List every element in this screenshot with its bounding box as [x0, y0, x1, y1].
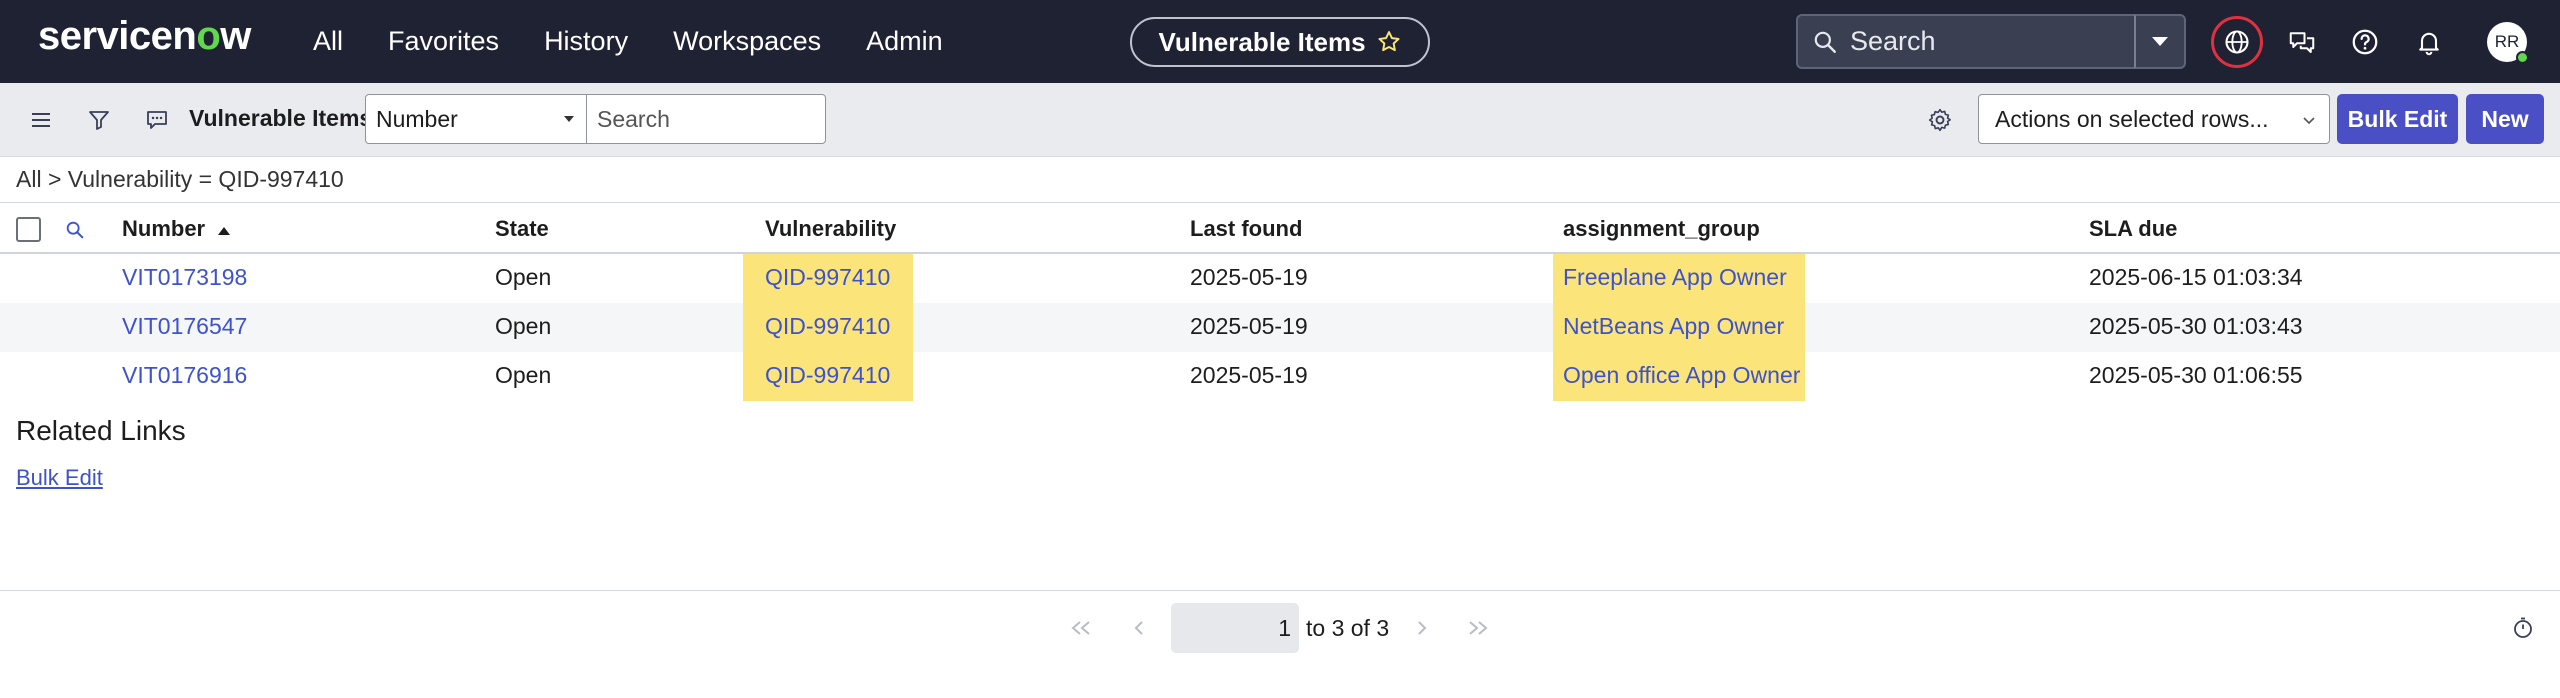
column-header-state[interactable]: State	[495, 216, 549, 242]
search-field-select[interactable]: Number	[365, 94, 587, 144]
prev-page-icon	[1134, 621, 1143, 635]
logo-text-part: servicen	[38, 14, 197, 58]
filter-button[interactable]	[82, 103, 116, 137]
notifications-button[interactable]	[2410, 23, 2448, 61]
cell-state: Open	[495, 264, 552, 290]
breadcrumb: All > Vulnerability = QID-997410	[16, 166, 344, 193]
table-row: VIT0176547 Open QID-997410 2025-05-19 Ne…	[0, 303, 2560, 352]
list-settings-button[interactable]	[1923, 103, 1957, 137]
help-button[interactable]	[2346, 23, 2384, 61]
cell-vulnerability-link[interactable]: QID-997410	[765, 362, 890, 389]
column-header-last-found[interactable]: Last found	[1190, 216, 1302, 242]
top-navigation: servicenow All Favorites History Workspa…	[0, 0, 2560, 83]
globe-icon	[2225, 30, 2249, 54]
logo-text-end: w	[220, 14, 251, 58]
cell-state: Open	[495, 362, 552, 388]
cell-last-found: 2025-05-19	[1190, 362, 1308, 388]
last-page-icon	[1469, 621, 1488, 635]
list-title: Vulnerable Items	[189, 105, 373, 131]
cell-vulnerability-link[interactable]: QID-997410	[765, 264, 890, 291]
table-row: VIT0173198 Open QID-997410 2025-05-19 Fr…	[0, 254, 2560, 303]
sort-ascending-icon	[218, 227, 231, 235]
activity-stream-button[interactable]	[140, 103, 174, 137]
timer-icon[interactable]	[2511, 616, 2535, 640]
related-links-heading: Related Links	[16, 415, 186, 446]
context-pill[interactable]: Vulnerable Items	[1130, 17, 1430, 67]
context-pill-label: Vulnerable Items	[1158, 26, 1366, 57]
cell-number-link[interactable]: VIT0176547	[122, 313, 247, 340]
logo-text-accent: o	[196, 14, 221, 58]
related-link-bulk-edit[interactable]: Bulk Edit	[16, 465, 103, 491]
pagination-bar: to 3 of 3	[0, 590, 2560, 663]
table-header: Number State Vulnerability Last found as…	[0, 202, 2560, 254]
column-header-sla-due[interactable]: SLA due	[2089, 216, 2177, 242]
avatar-initials: RR	[2494, 32, 2520, 51]
bulk-edit-button[interactable]: Bulk Edit	[2337, 94, 2458, 144]
actions-select-value: Actions on selected rows...	[1995, 105, 2269, 132]
cell-number-link[interactable]: VIT0173198	[122, 264, 247, 291]
nav-favorites[interactable]: Favorites	[388, 26, 499, 57]
last-page-button[interactable]	[1466, 618, 1490, 638]
cell-last-found: 2025-05-19	[1190, 264, 1308, 290]
cell-number-link[interactable]: VIT0176916	[122, 362, 247, 389]
help-icon	[2352, 29, 2378, 55]
column-header-vulnerability[interactable]: Vulnerability	[765, 216, 896, 242]
next-page-button[interactable]	[1410, 618, 1434, 638]
bell-icon	[2419, 32, 2439, 56]
global-search-input[interactable]: Search	[1796, 14, 2136, 69]
comment-icon	[147, 111, 167, 129]
search-scope-button[interactable]	[2134, 14, 2186, 69]
caret-down-icon	[564, 116, 574, 122]
cell-assignment-group-link[interactable]: Open office App Owner	[1563, 362, 1800, 389]
next-page-icon	[1418, 621, 1427, 635]
main-nav-links: All Favorites History Workspaces Admin	[313, 0, 988, 83]
column-header-number[interactable]: Number	[122, 216, 231, 242]
nav-admin[interactable]: Admin	[866, 26, 943, 57]
filter-icon	[89, 111, 109, 130]
cell-sla-due: 2025-06-15 01:03:34	[2089, 264, 2303, 290]
language-button[interactable]	[2211, 16, 2263, 68]
table-row: VIT0176916 Open QID-997410 2025-05-19 Op…	[0, 352, 2560, 401]
actions-on-selected-rows-select[interactable]: Actions on selected rows...	[1978, 94, 2330, 144]
nav-workspaces[interactable]: Workspaces	[673, 26, 821, 57]
list-menu-button[interactable]	[24, 103, 58, 137]
new-button[interactable]: New	[2466, 94, 2544, 144]
star-icon[interactable]	[1376, 29, 1402, 55]
cell-sla-due: 2025-05-30 01:03:43	[2089, 313, 2303, 339]
nav-all[interactable]: All	[313, 26, 343, 57]
list-search-input[interactable]	[586, 94, 826, 144]
chat-icon	[2289, 32, 2315, 53]
global-search-placeholder: Search	[1850, 26, 1936, 56]
column-header-assignment-group[interactable]: assignment_group	[1563, 216, 1760, 242]
first-page-icon	[1071, 621, 1090, 635]
page-range-text: to 3 of 3	[1306, 615, 1390, 641]
select-all-checkbox[interactable]	[16, 217, 41, 242]
search-icon[interactable]	[64, 219, 86, 241]
chevron-down-icon	[2152, 36, 2168, 46]
servicenow-logo[interactable]: servicenow	[38, 14, 251, 64]
hamburger-icon	[32, 113, 50, 127]
page-number-input[interactable]	[1171, 603, 1299, 653]
gear-icon	[1928, 108, 1951, 132]
prev-page-button[interactable]	[1127, 618, 1151, 638]
chat-button[interactable]	[2283, 23, 2321, 61]
cell-assignment-group-link[interactable]: Freeplane App Owner	[1563, 264, 1787, 291]
breadcrumb-separator: >	[47, 166, 62, 192]
breadcrumb-condition[interactable]: Vulnerability = QID-997410	[68, 166, 344, 192]
presence-indicator	[2516, 51, 2529, 64]
cell-state: Open	[495, 313, 552, 339]
cell-assignment-group-link[interactable]: NetBeans App Owner	[1563, 313, 1784, 340]
breadcrumb-all[interactable]: All	[16, 166, 42, 192]
cell-sla-due: 2025-05-30 01:06:55	[2089, 362, 2303, 388]
cell-last-found: 2025-05-19	[1190, 313, 1308, 339]
column-header-label: Number	[122, 216, 206, 241]
chevron-down-icon	[2303, 117, 2315, 125]
list-toolbar: Vulnerable Items Number Actions on selec…	[0, 83, 2560, 157]
cell-vulnerability-link[interactable]: QID-997410	[765, 313, 890, 340]
nav-history[interactable]: History	[544, 26, 628, 57]
search-field-value: Number	[376, 105, 458, 132]
user-avatar[interactable]: RR	[2487, 22, 2529, 64]
search-icon	[1814, 31, 1836, 53]
first-page-button[interactable]	[1069, 618, 1093, 638]
